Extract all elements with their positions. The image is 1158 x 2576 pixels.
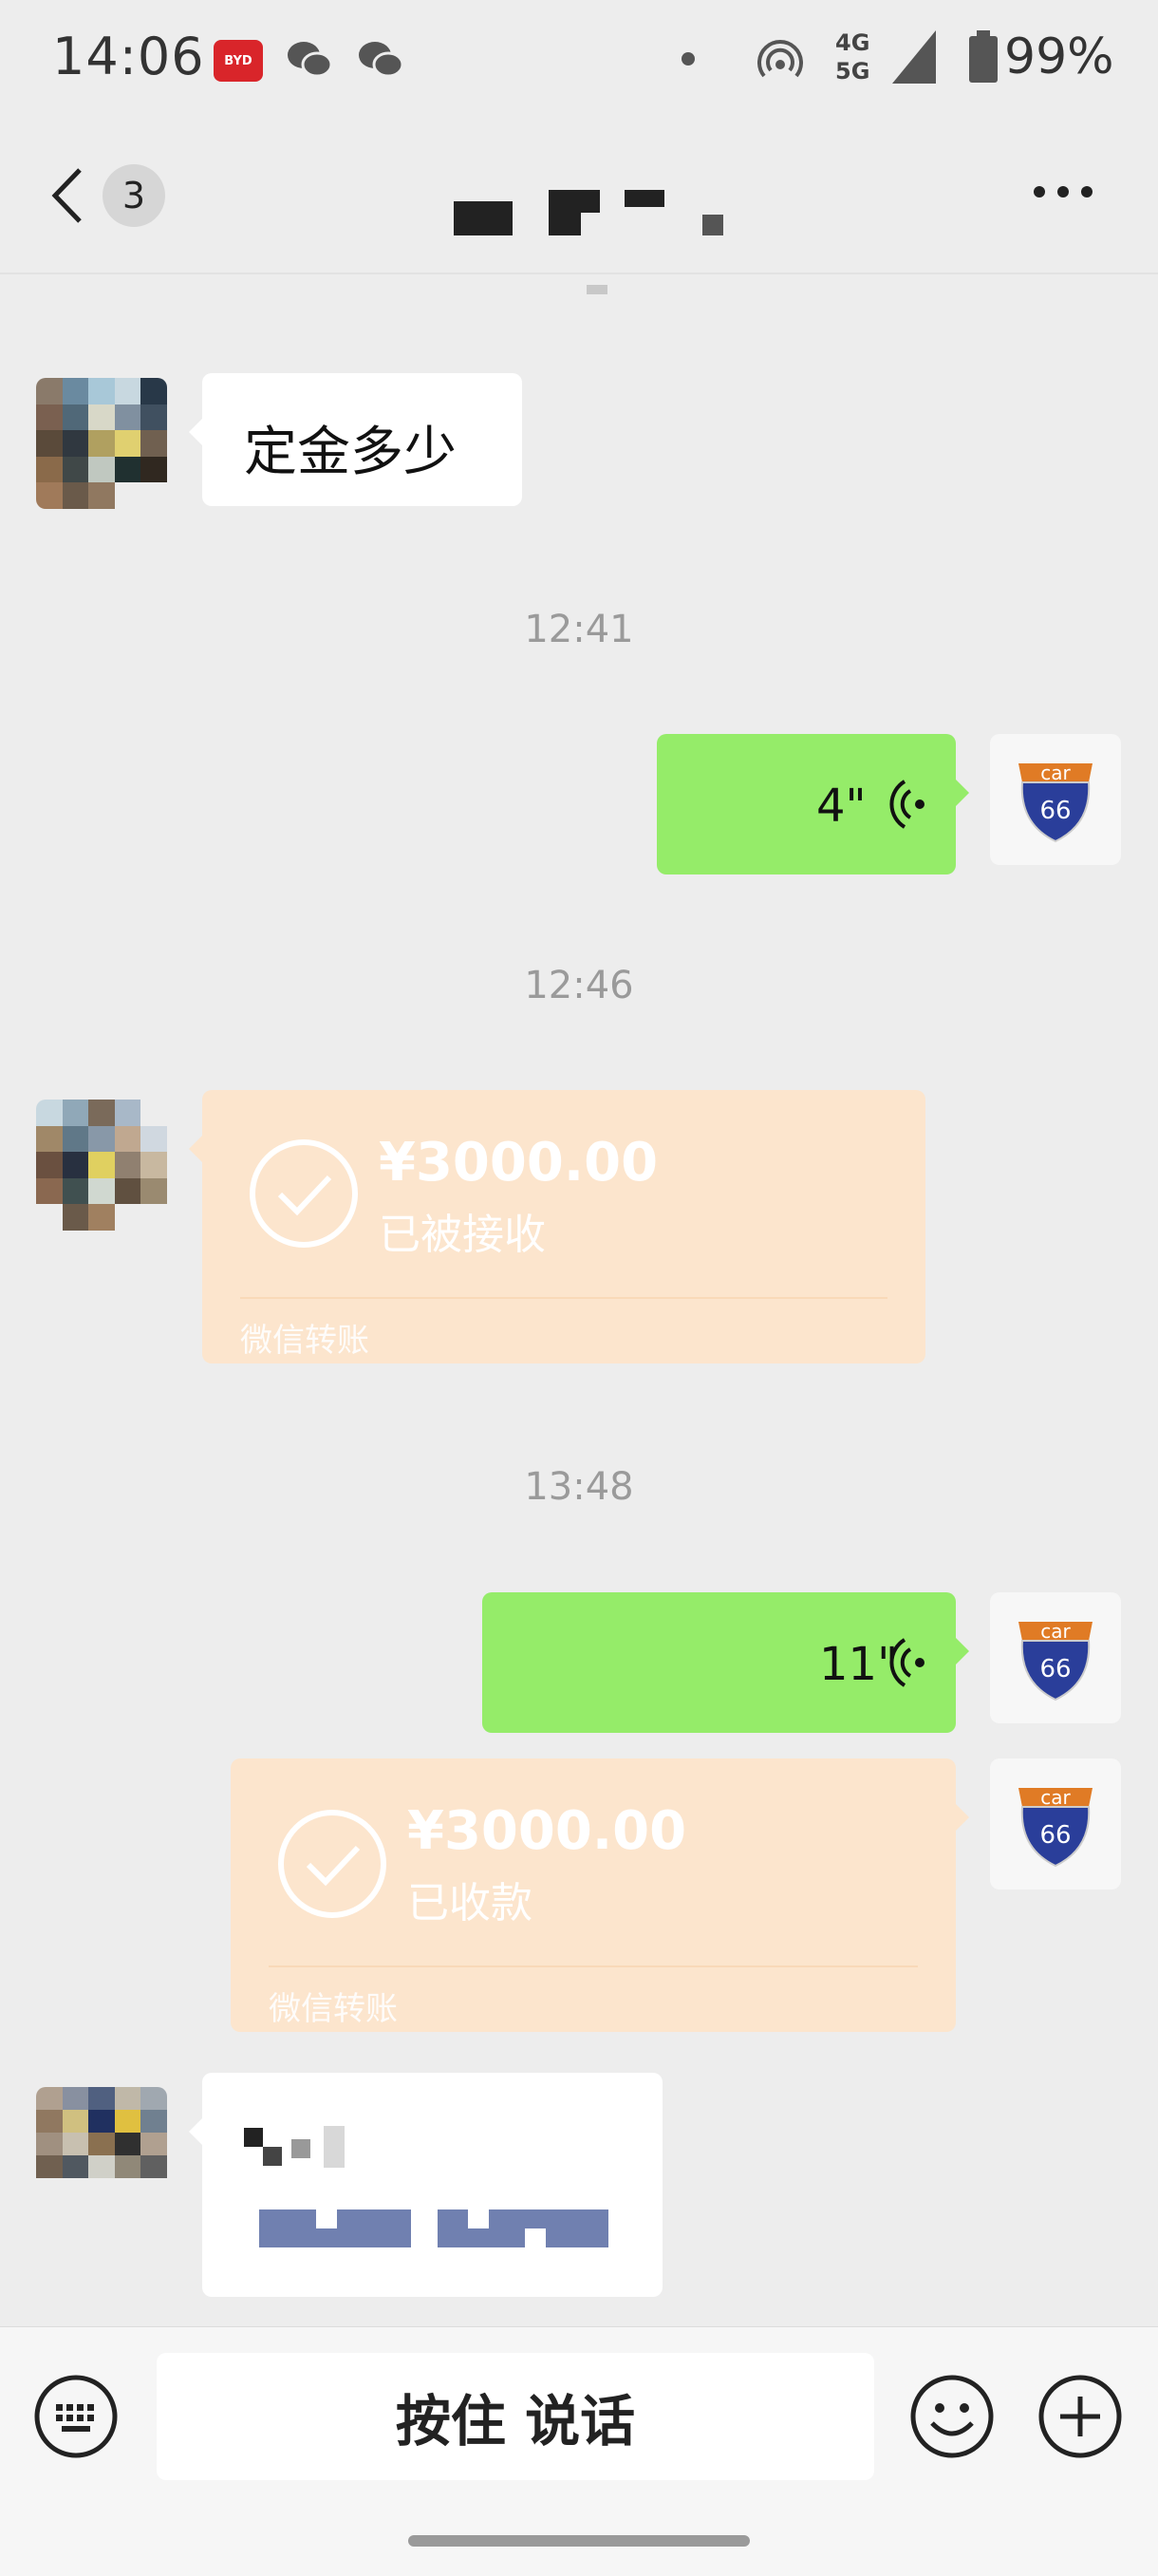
transfer-check-icon	[278, 1810, 386, 1918]
network-4g-label: 4G	[835, 29, 870, 56]
svg-text:car: car	[1040, 1620, 1071, 1643]
more-options-icon[interactable]	[1033, 185, 1093, 198]
svg-text:66: 66	[1039, 1655, 1071, 1683]
my-avatar[interactable]: car 66	[990, 734, 1121, 865]
unread-count-badge[interactable]: 3	[103, 164, 165, 227]
header-divider	[0, 273, 1158, 274]
voice-duration: 4"	[816, 780, 867, 833]
car-66-logo-icon: car 66	[1018, 1620, 1093, 1702]
hotspot-icon	[757, 40, 803, 78]
contact-avatar[interactable]	[36, 378, 167, 509]
contact-avatar[interactable]	[36, 2087, 167, 2201]
wechat-notification-icon	[288, 42, 333, 78]
keyboard-toggle-icon[interactable]	[33, 2374, 119, 2459]
voice-message-bubble[interactable]: 11"	[482, 1592, 969, 1733]
svg-text:66: 66	[1039, 1821, 1071, 1850]
voice-duration: 11"	[819, 1638, 899, 1691]
transfer-divider	[269, 1965, 918, 1967]
transfer-check-icon	[250, 1139, 358, 1248]
voice-wave-icon	[889, 1638, 925, 1687]
svg-text:car: car	[1040, 1786, 1071, 1809]
back-arrow-icon[interactable]	[47, 166, 85, 225]
transfer-card[interactable]: ¥3000.00 已收款 微信转账	[231, 1758, 969, 2032]
timestamp: 13:48	[524, 1465, 634, 1509]
wechat-notification-icon-2	[359, 42, 404, 78]
transfer-label: 微信转账	[269, 1990, 398, 2028]
transfer-status: 已被接收	[379, 1211, 546, 1259]
transfer-card[interactable]: ¥3000.00 已被接收 微信转账	[189, 1090, 925, 1363]
car-66-logo-icon: car 66	[1018, 762, 1093, 843]
clock: 14:06	[52, 27, 205, 86]
scroll-indicator	[587, 285, 607, 294]
network-type: 4G 5G	[835, 28, 869, 85]
battery-icon	[969, 30, 998, 83]
transfer-status: 已收款	[407, 1879, 532, 1927]
byd-app-icon: BYD	[214, 40, 263, 82]
emoji-icon[interactable]	[909, 2374, 995, 2459]
message-bubble-redacted[interactable]	[189, 2073, 663, 2297]
status-bar: 14:06 BYD 4G 5G 99%	[0, 0, 1158, 123]
contact-avatar[interactable]	[36, 1100, 167, 1231]
car-66-logo-icon: car 66	[1018, 1786, 1093, 1868]
svg-text:66: 66	[1039, 797, 1071, 825]
message-bubble[interactable]: 定金多少	[189, 373, 522, 506]
transfer-divider	[240, 1297, 887, 1299]
message-text: 定金多少	[244, 422, 457, 483]
my-avatar[interactable]: car 66	[990, 1758, 1121, 1890]
signal-icon	[892, 30, 936, 84]
hold-to-talk-button[interactable]: 按住 说话	[157, 2353, 874, 2480]
voice-message-bubble[interactable]: 4"	[657, 734, 969, 874]
add-plus-icon[interactable]	[1037, 2374, 1123, 2459]
transfer-label: 微信转账	[240, 1322, 369, 1360]
notification-dot-icon	[682, 52, 695, 66]
chat-title-redacted	[454, 190, 729, 266]
battery-percent: 99%	[1004, 28, 1114, 85]
my-avatar[interactable]: car 66	[990, 1592, 1121, 1723]
timestamp: 12:41	[524, 608, 634, 651]
voice-wave-icon	[889, 780, 925, 829]
transfer-amount: ¥3000.00	[407, 1800, 687, 1862]
network-5g-label: 5G	[835, 58, 870, 85]
transfer-amount: ¥3000.00	[379, 1132, 659, 1194]
svg-text:car: car	[1040, 762, 1071, 784]
timestamp: 12:46	[524, 964, 634, 1007]
chat-header: 3	[0, 123, 1158, 271]
home-indicator[interactable]	[408, 2535, 750, 2547]
